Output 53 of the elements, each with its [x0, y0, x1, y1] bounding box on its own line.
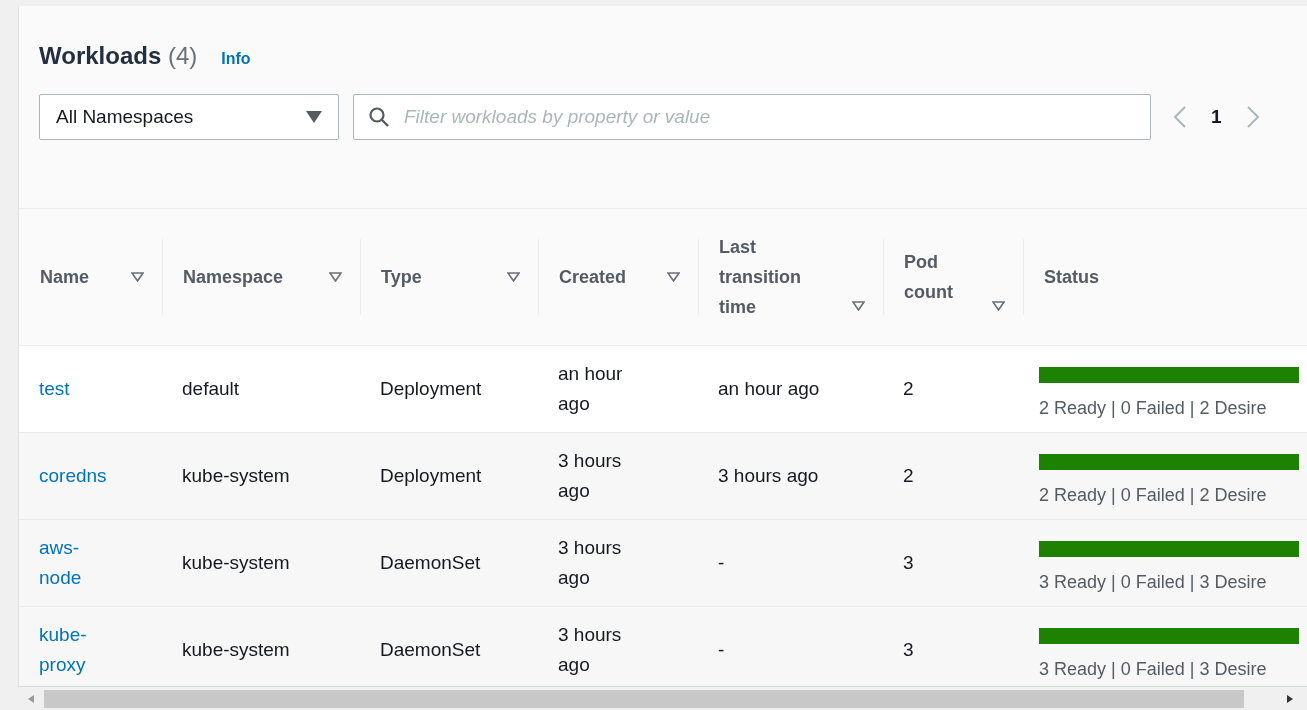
sort-icon[interactable]	[667, 272, 680, 282]
table-cell-text: an hour ago	[718, 377, 821, 401]
table-cell-text: 3 hours ago	[558, 449, 623, 503]
table-cell-text: 3	[903, 638, 915, 662]
table-cell-text: 3	[903, 551, 915, 575]
namespace-select[interactable]: All Namespaces	[39, 94, 339, 140]
column-header[interactable]: Name	[40, 262, 90, 292]
table-cell-text: 2	[903, 377, 915, 401]
table-cell-text: 3 hours ago	[558, 536, 623, 590]
caret-icon	[306, 111, 322, 123]
column-header[interactable]: Pod count	[904, 247, 964, 307]
item-count: (4)	[167, 42, 198, 69]
table-cell-text: Deployment	[380, 377, 483, 401]
table-cell-text: 3 hours ago	[718, 464, 820, 488]
sort-icon[interactable]	[507, 272, 520, 282]
workload-name-link[interactable]: kube-proxy	[39, 620, 114, 680]
table-cell-text: Deployment	[380, 464, 483, 488]
table-cell-text: kube-system	[182, 638, 291, 662]
workload-name-link[interactable]: coredns	[39, 461, 114, 491]
page-title: Workloads	[39, 42, 162, 69]
column-header[interactable]: Namespace	[183, 262, 283, 292]
workload-name-link[interactable]: aws-node	[39, 533, 114, 593]
status-text: 3 Ready | 0 Failed | 3 Desire	[1039, 570, 1268, 594]
horizontal-scrollbar[interactable]	[18, 686, 1307, 710]
page-number[interactable]: 1	[1211, 102, 1222, 132]
table-cell-text: -	[718, 638, 726, 662]
column-header[interactable]: Last transition time	[719, 232, 819, 322]
search-icon	[369, 107, 389, 127]
status-text: 2 Ready | 0 Failed | 2 Desire	[1039, 483, 1268, 507]
column-header[interactable]: Created	[559, 262, 627, 292]
search-field[interactable]: Filter workloads by property or value	[353, 94, 1151, 140]
column-header: Status	[1044, 266, 1099, 289]
sort-icon[interactable]	[329, 272, 342, 282]
table-cell-text: DaemonSet	[380, 638, 482, 662]
table-cell-text: kube-system	[182, 551, 291, 575]
sort-icon[interactable]	[992, 301, 1005, 311]
table-cell-text: kube-system	[182, 464, 291, 488]
table-cell-text: 3 hours ago	[558, 623, 623, 677]
table-cell-text: -	[718, 551, 726, 575]
scroll-right-icon[interactable]	[1285, 693, 1295, 704]
scrollbar-thumb[interactable]	[44, 689, 1244, 708]
table-cell-text: 2	[903, 464, 915, 488]
table-cell-text: default	[182, 377, 241, 401]
info-link[interactable]: Info	[221, 47, 251, 71]
column-header[interactable]: Type	[381, 262, 422, 292]
status-text: 2 Ready | 0 Failed | 2 Desire	[1039, 396, 1268, 420]
sort-icon[interactable]	[131, 272, 144, 282]
sort-icon[interactable]	[852, 301, 865, 311]
table-cell-text: DaemonSet	[380, 551, 482, 575]
scroll-left-icon[interactable]	[26, 693, 36, 704]
table-cell-text: an hour ago	[558, 362, 624, 416]
workload-name-link[interactable]: test	[39, 374, 114, 404]
status-text: 3 Ready | 0 Failed | 3 Desire	[1039, 657, 1268, 681]
